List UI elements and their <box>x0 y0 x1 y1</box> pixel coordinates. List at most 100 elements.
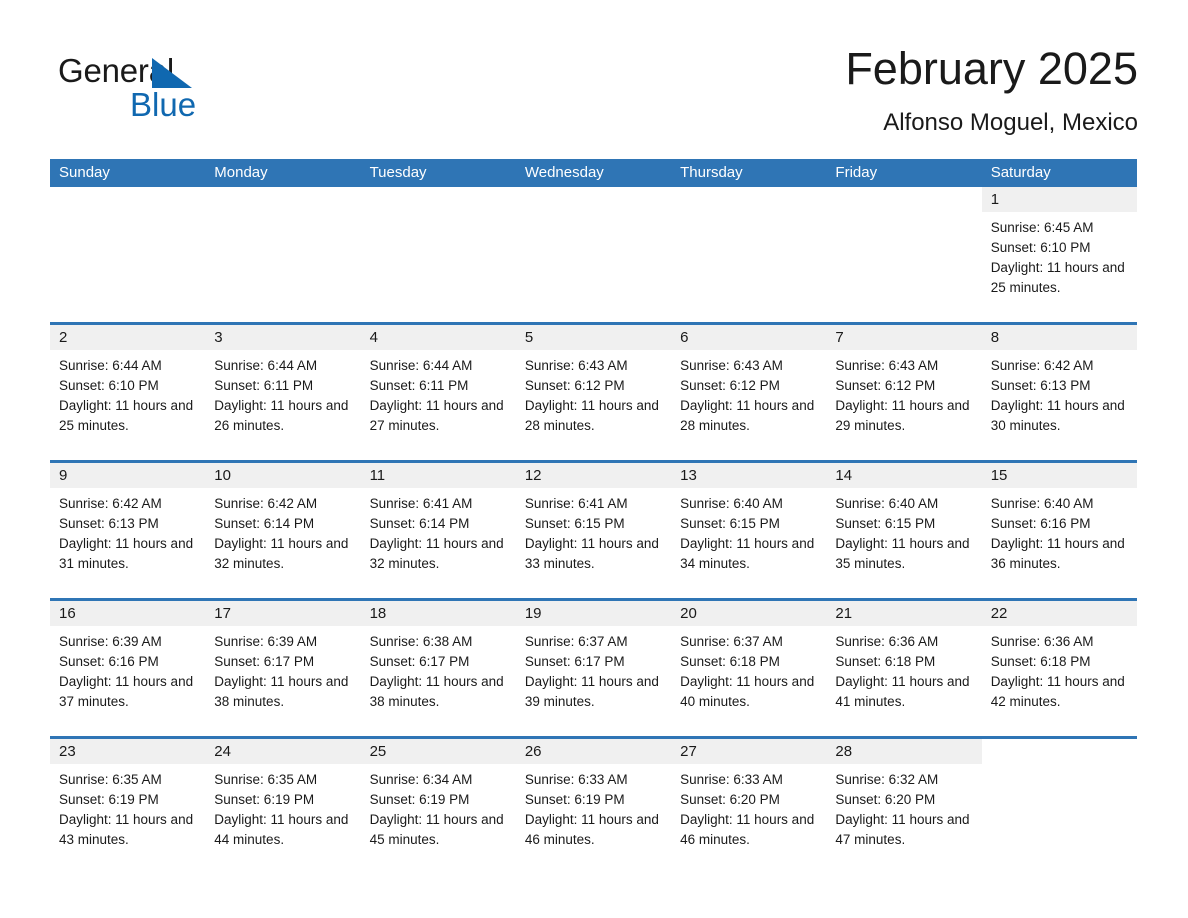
day-details: Sunrise: 6:35 AM Sunset: 6:19 PM Daylight:… <box>205 764 360 850</box>
sunrise-text: Sunrise: 6:36 AM <box>990 634 1094 649</box>
sunrise-text: Sunrise: 6:41 AM <box>369 496 473 511</box>
calendar-day-cell[interactable]: 18 Sunrise: 6:38 AM Sunset: 6:17 PM Dayligh… <box>360 601 516 727</box>
sunrise-text: Sunrise: 6:40 AM <box>990 496 1094 511</box>
calendar-day-cell[interactable]: 27 Sunrise: 6:33 AM Sunset: 6:20 PM Dayligh… <box>671 739 827 865</box>
day-number: 15 <box>981 463 1137 488</box>
day-details: Sunrise: 6:40 AM Sunset: 6:15 PM Daylight:… <box>826 488 981 574</box>
calendar-day-cell[interactable]: 4 Sunrise: 6:44 AM Sunset: 6:11 PM Daylight… <box>360 325 516 451</box>
sunset-text: Sunset: 6:17 PM <box>524 654 625 669</box>
sunset-text: Sunset: 6:13 PM <box>59 516 159 531</box>
day-number: 9 <box>50 463 206 488</box>
sunset-text: Sunset: 6:17 PM <box>214 654 315 669</box>
calendar-day-cell[interactable]: 21 Sunrise: 6:36 AM Sunset: 6:18 PM Dayligh… <box>826 601 982 727</box>
day-number <box>360 187 516 212</box>
sunrise-text: Sunrise: 6:39 AM <box>59 634 162 649</box>
weekday-header-friday: Friday <box>835 164 878 181</box>
day-number: 25 <box>360 739 516 764</box>
calendar-day-cell[interactable]: 20 Sunrise: 6:37 AM Sunset: 6:18 PM Dayligh… <box>671 601 827 727</box>
day-number: 23 <box>50 739 206 764</box>
day-number <box>671 187 827 212</box>
calendar-day-cell[interactable]: 8 Sunrise: 6:42 AM Sunset: 6:13 PM Daylight… <box>981 325 1137 451</box>
daylight-text: Daylight: 11 hours and 45 minutes. <box>369 812 504 847</box>
calendar-day-cell[interactable]: 17 Sunrise: 6:39 AM Sunset: 6:17 PM Dayligh… <box>205 601 361 727</box>
day-number: 18 <box>360 601 516 626</box>
calendar-grid: Sunday Monday Tuesday Wednesday Thursday Frid… <box>50 159 1137 865</box>
calendar-day-cell[interactable]: 5 Sunrise: 6:43 AM Sunset: 6:12 PM Daylight… <box>515 325 672 451</box>
calendar-week-row: 16 Sunrise: 6:39 AM Sunset: 6:16 PM Dayligh… <box>50 598 1137 727</box>
day-details: Sunrise: 6:36 AM Sunset: 6:18 PM Daylight:… <box>982 626 1137 712</box>
calendar-day-cell[interactable]: 16 Sunrise: 6:39 AM Sunset: 6:16 PM Dayligh… <box>50 601 206 727</box>
sunrise-text: Sunrise: 6:45 AM <box>990 220 1094 235</box>
calendar-week-row: 9 Sunrise: 6:42 AM Sunset: 6:13 PM Daylight… <box>50 460 1137 589</box>
sunrise-text: Sunrise: 6:33 AM <box>680 772 783 787</box>
page-subtitle: Alfonso Moguel, Mexico <box>883 109 1138 136</box>
sunrise-text: Sunrise: 6:42 AM <box>990 358 1094 373</box>
daylight-text: Daylight: 11 hours and 35 minutes. <box>835 536 970 571</box>
daylight-text: Daylight: 11 hours and 47 minutes. <box>835 812 970 847</box>
sunrise-text: Sunrise: 6:35 AM <box>59 772 162 787</box>
day-details: Sunrise: 6:34 AM Sunset: 6:19 PM Daylight:… <box>361 764 516 850</box>
calendar-day-cell[interactable]: 15 Sunrise: 6:40 AM Sunset: 6:16 PM Dayligh… <box>981 463 1137 589</box>
calendar-day-cell[interactable]: 14 Sunrise: 6:40 AM Sunset: 6:15 PM Dayligh… <box>826 463 982 589</box>
daylight-text: Daylight: 11 hours and 32 minutes. <box>214 536 349 571</box>
daylight-text: Daylight: 11 hours and 32 minutes. <box>369 536 504 571</box>
day-details: Sunrise: 6:33 AM Sunset: 6:19 PM Daylight:… <box>516 764 671 850</box>
calendar-day-cell[interactable]: 24 Sunrise: 6:35 AM Sunset: 6:19 PM Dayligh… <box>205 739 361 865</box>
day-number <box>515 187 672 212</box>
sunset-text: Sunset: 6:10 PM <box>990 240 1091 255</box>
day-number: 10 <box>205 463 361 488</box>
sunrise-text: Sunrise: 6:35 AM <box>214 772 318 787</box>
sunrise-text: Sunrise: 6:43 AM <box>524 358 628 373</box>
sunrise-text: Sunrise: 6:43 AM <box>680 358 783 373</box>
calendar-day-cell[interactable]: 25 Sunrise: 6:34 AM Sunset: 6:19 PM Dayligh… <box>360 739 516 865</box>
calendar-day-cell[interactable]: 23 Sunrise: 6:35 AM Sunset: 6:19 PM Dayligh… <box>50 739 206 865</box>
calendar-day-cell[interactable]: 26 Sunrise: 6:33 AM Sunset: 6:19 PM Dayligh… <box>515 739 672 865</box>
calendar-day-cell-empty <box>671 187 827 313</box>
page-title: February 2025 <box>845 43 1138 94</box>
calendar-day-cell[interactable]: 28 Sunrise: 6:32 AM Sunset: 6:20 PM Dayligh… <box>826 739 982 865</box>
calendar-week-row: 1 Sunrise: 6:45 AM Sunset: 6:10 PM Daylight… <box>50 187 1137 313</box>
sunrise-text: Sunrise: 6:37 AM <box>680 634 783 649</box>
calendar-weeks: 1 Sunrise: 6:45 AM Sunset: 6:10 PM Daylight… <box>50 187 1137 865</box>
day-details: Sunrise: 6:44 AM Sunset: 6:11 PM Daylight:… <box>205 350 360 436</box>
day-number: 22 <box>981 601 1137 626</box>
weekday-header-wednesday: Wednesday <box>524 164 604 181</box>
day-number <box>50 187 206 212</box>
weekday-header-sunday: Sunday <box>59 164 110 181</box>
day-details: Sunrise: 6:33 AM Sunset: 6:20 PM Daylight:… <box>671 764 826 850</box>
sunset-text: Sunset: 6:17 PM <box>369 654 470 669</box>
sunset-text: Sunset: 6:14 PM <box>214 516 315 531</box>
daylight-text: Daylight: 11 hours and 28 minutes. <box>680 398 815 433</box>
day-number: 21 <box>826 601 982 626</box>
sunrise-text: Sunrise: 6:34 AM <box>369 772 473 787</box>
calendar-day-cell[interactable]: 2 Sunrise: 6:44 AM Sunset: 6:10 PM Daylight… <box>50 325 206 451</box>
calendar-day-cell[interactable]: 9 Sunrise: 6:42 AM Sunset: 6:13 PM Daylight… <box>50 463 206 589</box>
day-details: Sunrise: 6:32 AM Sunset: 6:20 PM Daylight:… <box>826 764 981 850</box>
calendar-day-cell[interactable]: 3 Sunrise: 6:44 AM Sunset: 6:11 PM Daylight… <box>205 325 361 451</box>
calendar-day-cell[interactable]: 19 Sunrise: 6:37 AM Sunset: 6:17 PM Dayligh… <box>515 601 672 727</box>
calendar-day-cell[interactable]: 11 Sunrise: 6:41 AM Sunset: 6:14 PM Dayligh… <box>360 463 516 589</box>
logo-text-blue: Blue <box>130 86 197 123</box>
sunrise-text: Sunrise: 6:33 AM <box>524 772 628 787</box>
calendar-day-cell[interactable]: 6 Sunrise: 6:43 AM Sunset: 6:12 PM Daylight… <box>671 325 827 451</box>
sunset-text: Sunset: 6:15 PM <box>680 516 780 531</box>
calendar-day-cell[interactable]: 13 Sunrise: 6:40 AM Sunset: 6:15 PM Dayligh… <box>671 463 827 589</box>
day-details: Sunrise: 6:41 AM Sunset: 6:15 PM Daylight:… <box>516 488 671 574</box>
sunrise-text: Sunrise: 6:44 AM <box>369 358 473 373</box>
daylight-text: Daylight: 11 hours and 29 minutes. <box>835 398 970 433</box>
sunset-text: Sunset: 6:15 PM <box>835 516 936 531</box>
general-blue-logo[interactable]: General Blue <box>58 52 258 132</box>
calendar-day-cell-empty <box>826 187 982 313</box>
calendar-day-cell[interactable]: 10 Sunrise: 6:42 AM Sunset: 6:14 PM Dayligh… <box>205 463 361 589</box>
sunset-text: Sunset: 6:11 PM <box>369 378 469 393</box>
calendar-day-cell[interactable]: 12 Sunrise: 6:41 AM Sunset: 6:15 PM Dayligh… <box>515 463 672 589</box>
weekday-header-monday: Monday <box>214 164 268 181</box>
calendar-day-cell[interactable]: 1 Sunrise: 6:45 AM Sunset: 6:10 PM Daylight… <box>981 187 1137 313</box>
calendar-day-cell[interactable]: 7 Sunrise: 6:43 AM Sunset: 6:12 PM Daylight… <box>826 325 982 451</box>
daylight-text: Daylight: 11 hours and 36 minutes. <box>990 536 1125 571</box>
weekday-header-saturday: Saturday <box>990 164 1051 181</box>
sunset-text: Sunset: 6:20 PM <box>835 792 936 807</box>
day-number <box>826 187 982 212</box>
calendar-day-cell[interactable]: 22 Sunrise: 6:36 AM Sunset: 6:18 PM Dayligh… <box>981 601 1137 727</box>
calendar-day-cell-empty <box>360 187 516 313</box>
